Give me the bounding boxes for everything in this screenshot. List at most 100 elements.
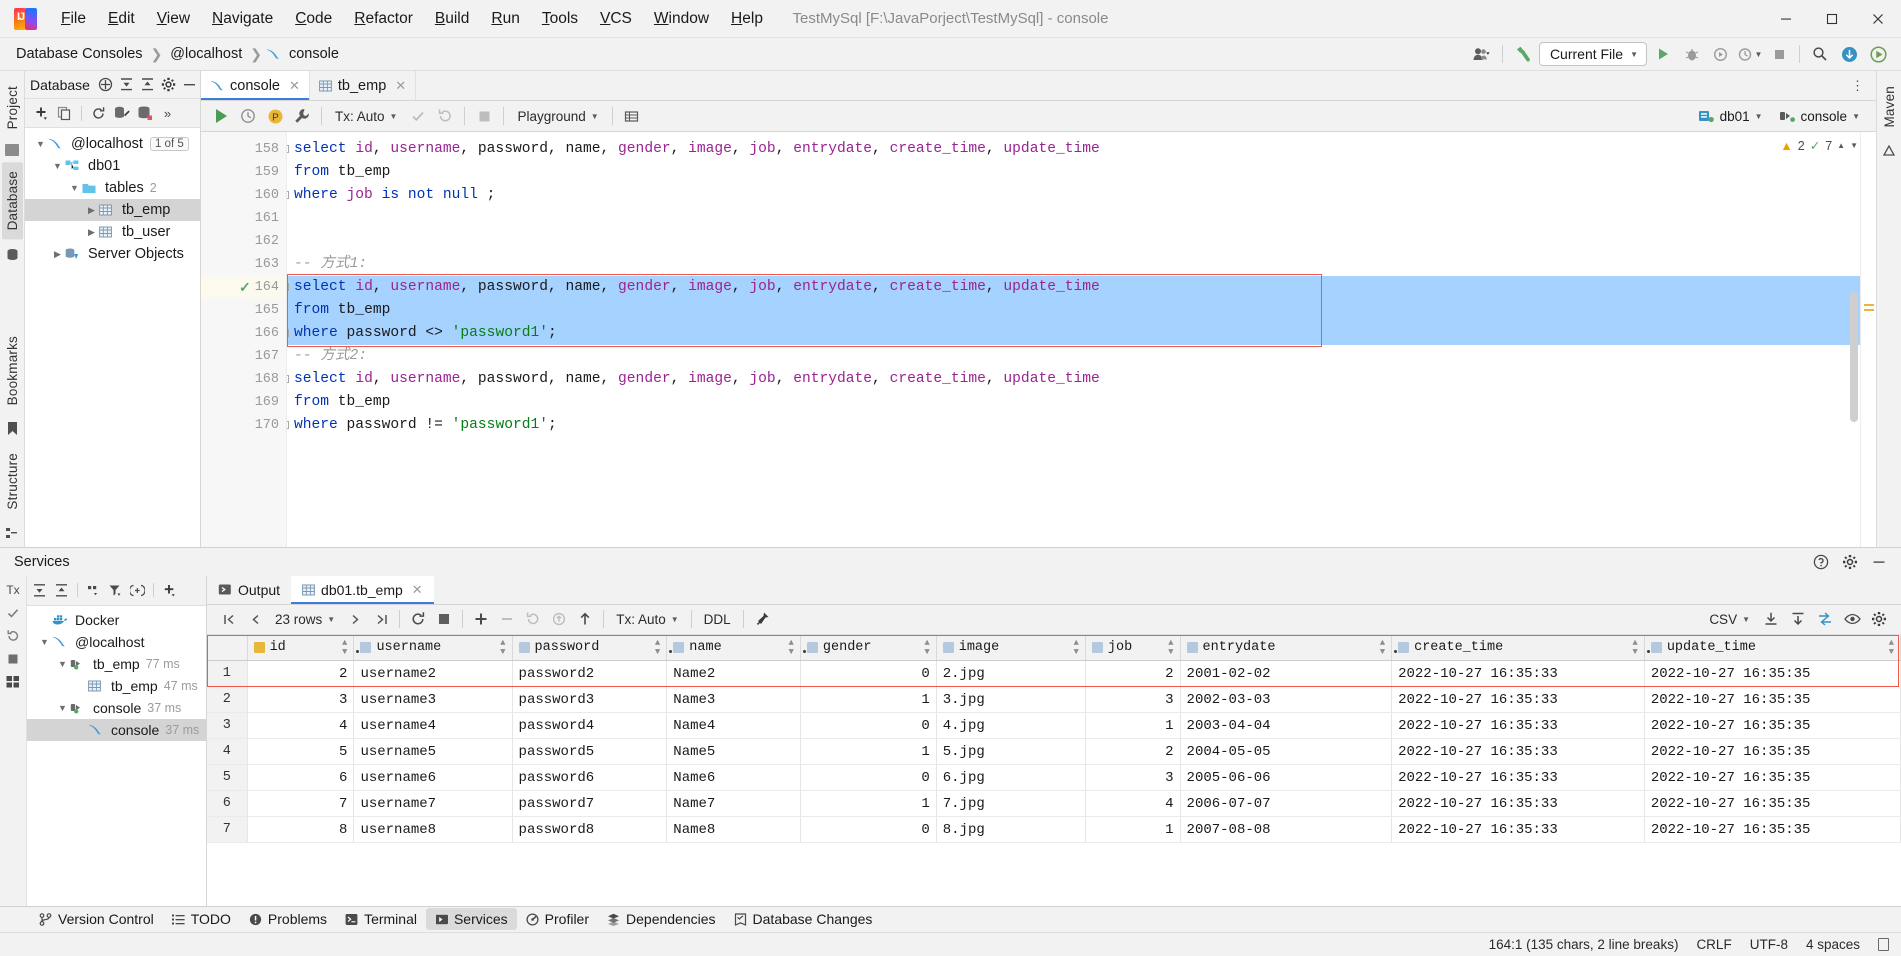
sort-icon[interactable]: ▲ ▼ — [924, 638, 929, 657]
run-icon[interactable] — [1650, 42, 1676, 66]
result-table[interactable]: id ▲ ▼ username ▲ ▼ password ▲ ▼ name ▲ ▼ gender ▲ ▼ im… — [207, 634, 1901, 844]
cell-entrydate[interactable]: 2001-02-02 — [1180, 660, 1393, 688]
cell-create_time[interactable]: 2022-10-27 16:35:33 — [1391, 816, 1645, 844]
code-line-162[interactable] — [287, 230, 1876, 253]
first-page-icon[interactable] — [217, 608, 241, 631]
db-tree-item-localhost[interactable]: ▼ @localhost 1 of 5 — [25, 133, 200, 155]
cell-job[interactable]: 3 — [1085, 686, 1181, 714]
gutter-line-164[interactable]: ✓ 164 — [201, 276, 286, 299]
close-button[interactable] — [1855, 0, 1901, 38]
table-row[interactable]: 4 5 username5 password5 Name5 1 5.jpg 2 2004-05-… — [207, 738, 1901, 766]
cell-id[interactable]: 5 — [247, 738, 355, 766]
menu-build[interactable]: Build — [424, 7, 480, 31]
column-header-update_time[interactable]: update_time ▲ ▼ — [1644, 634, 1901, 662]
cell-image[interactable]: 8.jpg — [936, 816, 1086, 844]
datasource-icon[interactable] — [134, 103, 155, 124]
services-tree-item-console[interactable]: console 37 ms — [27, 718, 206, 741]
cell-gender[interactable]: 0 — [800, 712, 937, 740]
maximize-button[interactable] — [1809, 0, 1855, 38]
cell-password[interactable]: password6 — [512, 764, 668, 792]
caret-position[interactable]: 164:1 (135 chars, 2 line breaks) — [1489, 937, 1679, 952]
table-row[interactable]: 7 8 username8 password8 Name8 0 8.jpg 1 2007-08-… — [207, 816, 1901, 844]
column-header-name[interactable]: name ▲ ▼ — [666, 634, 801, 662]
code-line-164[interactable]: ⊟ select id, username, password, name, ge… — [287, 276, 1876, 299]
column-header-entrydate[interactable]: entrydate ▲ ▼ — [1180, 634, 1393, 662]
row-count-selector[interactable]: 23 rows ▼ — [269, 610, 341, 629]
inspection-sidebar[interactable] — [1860, 132, 1876, 547]
services-tree[interactable]: Docker ▼ @localhost ▼ tb_emp 77 ms tb_emp 47 ms… — [27, 606, 206, 906]
stripe-tab-bookmarks[interactable]: Bookmarks — [2, 327, 23, 414]
breadcrumb-item-1[interactable]: @localhost — [166, 44, 246, 64]
submit-icon[interactable] — [573, 608, 597, 631]
cell-id[interactable]: 3 — [247, 686, 355, 714]
cell-id[interactable]: 6 — [247, 764, 355, 792]
commit-icon[interactable] — [2, 603, 24, 623]
cancel-query-icon[interactable] — [432, 608, 456, 631]
code-editor[interactable]: 158 159 160 161 162 163 ✓ 164 165 166 167 168 169 170… — [201, 132, 1876, 547]
close-icon[interactable]: ✕ — [395, 78, 406, 94]
gear-icon[interactable] — [158, 74, 179, 95]
services-tree-item-tb_emp[interactable]: tb_emp 47 ms — [27, 675, 206, 697]
stripe-tab-database[interactable]: Database — [1, 162, 23, 240]
cell-entrydate[interactable]: 2007-08-08 — [1180, 816, 1393, 844]
expand-all-icon[interactable] — [51, 580, 72, 601]
sort-icon[interactable]: ▲ ▼ — [1889, 638, 1894, 657]
parameters-icon[interactable]: P — [263, 104, 287, 128]
cell-create_time[interactable]: 2022-10-27 16:35:33 — [1391, 764, 1645, 792]
chevron-right-icon[interactable]: ▶ — [50, 249, 65, 260]
profile-icon[interactable]: ▼ — [1737, 42, 1763, 66]
menu-navigate[interactable]: Navigate — [201, 7, 284, 31]
search-icon[interactable] — [1807, 42, 1833, 66]
menu-tools[interactable]: Tools — [531, 7, 589, 31]
column-header-image[interactable]: image ▲ ▼ — [936, 634, 1086, 662]
code-fold-icon[interactable]: ⊟ — [287, 191, 289, 199]
plugins-icon[interactable] — [1865, 42, 1891, 66]
bottom-tab-version-control[interactable]: Version Control — [30, 908, 163, 930]
delete-row-icon[interactable] — [495, 608, 519, 631]
cell-password[interactable]: password8 — [512, 816, 668, 844]
editor-gutter[interactable]: 158 159 160 161 162 163 ✓ 164 165 166 167 168 169 170 — [201, 132, 287, 547]
table-row[interactable]: 1 2 username2 password2 Name2 0 2.jpg 2 2001-02-… — [207, 660, 1901, 688]
cell-create_time[interactable]: 2022-10-27 16:35:33 — [1391, 712, 1645, 740]
history-icon[interactable] — [236, 104, 260, 128]
code-line-165[interactable]: from tb_emp — [287, 299, 1876, 322]
chevron-down-icon[interactable]: ▼ — [55, 659, 70, 669]
editor-tab-tb_emp[interactable]: tb_emp ✕ — [310, 71, 417, 100]
cell-job[interactable]: 2 — [1085, 660, 1181, 688]
cell-name[interactable]: Name7 — [666, 790, 801, 818]
new-icon[interactable] — [31, 103, 52, 124]
gutter-line-169[interactable]: 169 — [201, 391, 286, 414]
cell-update_time[interactable]: 2022-10-27 16:35:35 — [1644, 712, 1901, 740]
gutter-line-170[interactable]: 170 — [201, 414, 286, 437]
db-tree-item-tb_user[interactable]: ▶ tb_user — [25, 221, 200, 243]
sort-icon[interactable]: ▲ ▼ — [1168, 638, 1173, 657]
bottom-tab-dependencies[interactable]: Dependencies — [598, 908, 725, 930]
menu-file[interactable]: File — [50, 7, 97, 31]
transaction-mode-selector[interactable]: Tx: Auto ▼ — [329, 107, 403, 126]
cell-gender[interactable]: 1 — [800, 738, 937, 766]
code-fold-icon[interactable]: ⊟ — [287, 421, 289, 429]
run-configuration-selector[interactable]: Current File ▼ — [1538, 42, 1647, 66]
cell-update_time[interactable]: 2022-10-27 16:35:35 — [1644, 738, 1901, 766]
cell-password[interactable]: password3 — [512, 686, 668, 714]
debug-icon[interactable] — [1679, 42, 1705, 66]
run-coverage-icon[interactable] — [1708, 42, 1734, 66]
cell-job[interactable]: 3 — [1085, 764, 1181, 792]
breadcrumb-item-2[interactable]: console — [266, 44, 343, 64]
code-fold-icon[interactable]: ⊟ — [287, 283, 289, 291]
menu-help[interactable]: Help — [720, 7, 774, 31]
stripe-tab-project[interactable]: Project — [2, 77, 23, 138]
services-tree-item-tb_emp[interactable]: ▼ tb_emp 77 ms — [27, 653, 206, 675]
bottom-tab-services[interactable]: Services — [425, 908, 517, 931]
cell-gender[interactable]: 0 — [800, 816, 937, 844]
cell-entrydate[interactable]: 2006-07-07 — [1180, 790, 1393, 818]
export-format-selector[interactable]: CSV ▼ — [1703, 610, 1756, 629]
gutter-line-159[interactable]: 159 — [201, 161, 286, 184]
sort-icon[interactable]: ▲ ▼ — [655, 638, 660, 657]
cell-username[interactable]: username2 — [353, 660, 513, 688]
cell-password[interactable]: password4 — [512, 712, 668, 740]
cell-entrydate[interactable]: 2002-03-03 — [1180, 686, 1393, 714]
add-tab-icon[interactable] — [127, 580, 148, 601]
column-header-password[interactable]: password ▲ ▼ — [512, 634, 668, 662]
next-page-icon[interactable] — [343, 608, 367, 631]
